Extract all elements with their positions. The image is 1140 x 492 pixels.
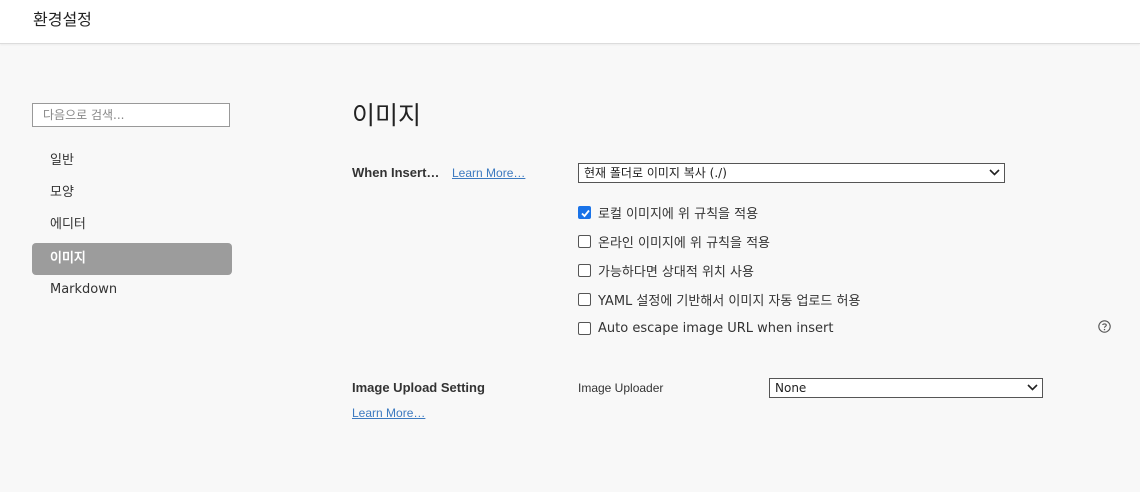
- checkbox[interactable]: [578, 263, 591, 277]
- sidebar-item-image[interactable]: 이미지: [32, 243, 232, 275]
- title-bar: 환경설정: [0, 0, 1140, 44]
- checkbox[interactable]: [578, 292, 591, 306]
- option-label: 온라인 이미지에 위 규칙을 적용: [598, 235, 771, 251]
- when-insert-select-value: 현재 폴더로 이미지 복사 (./): [584, 166, 727, 180]
- page-title: 이미지: [352, 101, 422, 130]
- image-uploader-select-value: None: [775, 381, 807, 395]
- image-uploader-label: Image Uploader: [578, 381, 664, 395]
- sidebar-item-appearance[interactable]: 모양: [32, 177, 232, 209]
- when-insert-label: When Insert…: [352, 165, 440, 180]
- option-label: 가능하다면 상대적 위치 사용: [598, 264, 754, 280]
- checkbox[interactable]: [578, 321, 591, 335]
- window-title: 환경설정: [33, 10, 92, 29]
- help-icon[interactable]: [1098, 320, 1111, 333]
- image-uploader-select[interactable]: None: [769, 378, 1043, 398]
- sidebar-item-markdown[interactable]: Markdown: [32, 274, 232, 306]
- option-label: YAML 설정에 기반해서 이미지 자동 업로드 허용: [598, 293, 861, 309]
- upload-learn-more-link[interactable]: Learn More…: [352, 406, 425, 420]
- when-insert-learn-more-link[interactable]: Learn More…: [452, 166, 525, 180]
- sidebar-item-general[interactable]: 일반: [32, 145, 232, 177]
- check-icon: [581, 209, 590, 217]
- settings-search-input[interactable]: [32, 103, 230, 127]
- option-apply-local[interactable]: 로컬 이미지에 위 규칙을 적용: [578, 203, 759, 222]
- chevron-down-icon: [1027, 384, 1038, 391]
- option-label: Auto escape image URL when insert: [598, 320, 834, 336]
- chevron-down-icon: [989, 169, 1000, 176]
- checkbox-checked[interactable]: [578, 205, 591, 219]
- sidebar-item-editor[interactable]: 에디터: [32, 209, 232, 241]
- option-apply-online[interactable]: 온라인 이미지에 위 규칙을 적용: [578, 232, 771, 251]
- option-yaml-upload[interactable]: YAML 설정에 기반해서 이미지 자동 업로드 허용: [578, 290, 861, 309]
- option-relative-path[interactable]: 가능하다면 상대적 위치 사용: [578, 261, 754, 280]
- image-upload-setting-label: Image Upload Setting: [352, 380, 485, 395]
- checkbox[interactable]: [578, 234, 591, 248]
- option-auto-escape[interactable]: Auto escape image URL when insert: [578, 319, 833, 337]
- when-insert-select[interactable]: 현재 폴더로 이미지 복사 (./): [578, 163, 1005, 183]
- option-label: 로컬 이미지에 위 규칙을 적용: [598, 206, 759, 222]
